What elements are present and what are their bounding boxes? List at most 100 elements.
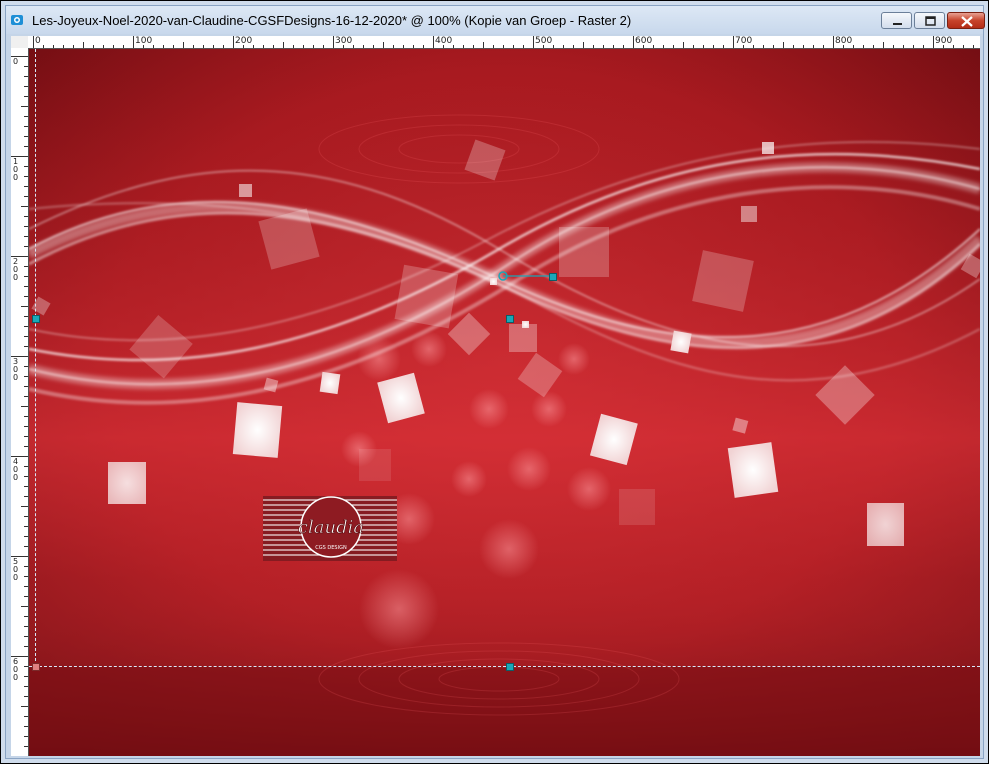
ruler-label: 300	[335, 36, 353, 46]
window-title: Les-Joyeux-Noel-2020-van-Claudine-CGSFDe…	[32, 13, 632, 28]
ruler-tick	[383, 42, 384, 48]
ruler-tick	[473, 45, 474, 48]
ruler-tick	[24, 116, 28, 117]
ruler-tick	[173, 45, 174, 48]
ruler-tick	[933, 36, 934, 48]
ruler-tick	[24, 266, 28, 267]
ruler-label: 1 0 0	[12, 157, 19, 182]
ruler-tick	[21, 106, 28, 107]
ruler-label: 4 0 0	[12, 457, 19, 482]
ruler-tick	[873, 45, 874, 48]
ruler-tick	[653, 45, 654, 48]
ruler-tick	[24, 136, 28, 137]
ruler-tick	[24, 626, 28, 627]
ruler-label: 2 0 0	[12, 257, 19, 282]
ruler-tick	[24, 536, 28, 537]
ruler-tick	[393, 45, 394, 48]
maximize-icon	[925, 16, 936, 26]
ruler-tick	[493, 45, 494, 48]
psp-image-icon	[11, 15, 23, 25]
ruler-tick	[423, 45, 424, 48]
ruler-label: 0	[12, 57, 19, 66]
vertical-ruler[interactable]: 0 1 0 0 2 0 0 3 0 0 4 0 0 5 0 0 6 0 0	[11, 48, 29, 756]
ruler-tick	[24, 346, 28, 347]
horizontal-ruler[interactable]: 0 100 200 300 400 500 600 700 800 900	[28, 36, 980, 49]
ruler-tick	[24, 246, 28, 247]
ruler-tick	[21, 306, 28, 307]
ruler-tick	[83, 42, 84, 48]
ruler-tick	[24, 76, 28, 77]
ruler-tick	[24, 316, 28, 317]
ruler-tick	[24, 596, 28, 597]
title-bar[interactable]: Les-Joyeux-Noel-2020-van-Claudine-CGSFDe…	[6, 6, 985, 34]
ruler-tick	[24, 736, 28, 737]
ruler-tick	[163, 45, 164, 48]
ruler-tick	[723, 45, 724, 48]
ruler-tick	[973, 45, 974, 48]
ruler-tick	[563, 45, 564, 48]
ruler-tick	[583, 42, 584, 48]
ruler-tick	[24, 476, 28, 477]
ruler-tick	[663, 45, 664, 48]
ruler-tick	[593, 45, 594, 48]
left-edge-handle[interactable]	[32, 315, 40, 323]
ruler-tick	[713, 45, 714, 48]
ruler-tick	[24, 86, 28, 87]
ruler-tick	[273, 45, 274, 48]
ruler-tick	[24, 376, 28, 377]
ruler-tick	[24, 96, 28, 97]
ruler-tick	[24, 176, 28, 177]
ruler-tick	[24, 486, 28, 487]
ruler-tick	[193, 45, 194, 48]
image-canvas[interactable]: claudia CGS DESIGN	[29, 49, 980, 756]
ruler-tick	[373, 45, 374, 48]
rotation-handle[interactable]	[549, 273, 557, 281]
bottom-center-handle[interactable]	[506, 663, 514, 671]
ruler-tick	[113, 45, 114, 48]
ruler-tick	[603, 45, 604, 48]
ruler-tick	[523, 45, 524, 48]
ruler-tick	[573, 45, 574, 48]
ruler-tick	[963, 45, 964, 48]
ruler-tick	[503, 45, 504, 48]
ruler-tick	[283, 42, 284, 48]
ruler-tick	[24, 166, 28, 167]
ruler-tick	[24, 666, 28, 667]
ruler-tick	[213, 45, 214, 48]
ruler-tick	[703, 45, 704, 48]
ruler-tick	[24, 466, 28, 467]
ruler-tick	[123, 45, 124, 48]
ruler-tick	[43, 45, 44, 48]
ruler-tick	[253, 45, 254, 48]
ruler-tick	[24, 516, 28, 517]
ruler-tick	[53, 45, 54, 48]
pick-tool-handles	[498, 271, 552, 281]
minimize-button[interactable]	[881, 12, 912, 29]
ruler-tick	[623, 45, 624, 48]
ruler-tick	[893, 45, 894, 48]
center-handle[interactable]	[506, 315, 514, 323]
ruler-tick	[833, 36, 834, 48]
close-button[interactable]	[947, 12, 985, 29]
ruler-tick	[24, 66, 28, 67]
ruler-tick	[913, 45, 914, 48]
ruler-tick	[483, 42, 484, 48]
ruler-tick	[24, 386, 28, 387]
maximize-button[interactable]	[914, 12, 945, 29]
ruler-tick	[24, 146, 28, 147]
ruler-tick	[24, 566, 28, 567]
ruler-tick	[363, 45, 364, 48]
ruler-label: 700	[735, 36, 753, 46]
bottom-left-handle[interactable]	[32, 663, 40, 671]
ruler-tick	[773, 45, 774, 48]
ruler-tick	[883, 42, 884, 48]
ruler-tick	[223, 45, 224, 48]
ruler-tick	[553, 45, 554, 48]
ruler-tick	[24, 186, 28, 187]
ruler-tick	[24, 226, 28, 227]
ruler-tick	[413, 45, 414, 48]
ruler-tick	[63, 45, 64, 48]
ruler-tick	[203, 45, 204, 48]
minimize-icon	[893, 23, 902, 25]
ruler-tick	[24, 126, 28, 127]
